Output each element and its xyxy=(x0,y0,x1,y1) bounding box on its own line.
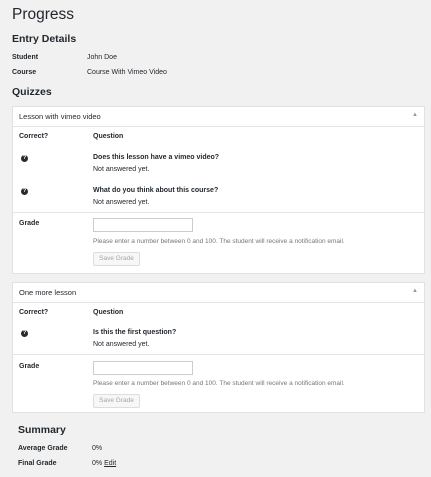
question-answer: Not answered yet. xyxy=(93,166,150,173)
collapse-toggle-icon[interactable]: ▲ xyxy=(412,288,418,294)
average-grade-label: Average Grade xyxy=(18,445,68,452)
question-text: What do you think about this course? xyxy=(93,187,219,194)
grade-label: Grade xyxy=(19,363,40,370)
final-grade-row: 0% Edit xyxy=(92,460,116,467)
lesson-panel: Lesson with vimeo video ▲ Correct? Quest… xyxy=(12,106,425,274)
question-answer: Not answered yet. xyxy=(93,199,150,206)
lesson-title: Lesson with vimeo video xyxy=(19,112,101,121)
column-header-question: Question xyxy=(93,309,124,316)
row-divider xyxy=(13,354,424,355)
grade-hint: Please enter a number between 0 and 100.… xyxy=(93,380,345,387)
lesson-panel: One more lesson ▲ Correct? Question ? Is… xyxy=(12,282,425,413)
final-grade-value: 0% xyxy=(92,460,103,467)
course-value: Course With Vimeo Video xyxy=(87,69,167,76)
question-icon: ? xyxy=(21,188,28,195)
save-grade-button[interactable]: Save Grade xyxy=(93,252,140,266)
summary-heading: Summary xyxy=(18,424,66,436)
question-icon: ? xyxy=(21,155,28,162)
column-header-question: Question xyxy=(93,133,124,140)
page-title: Progress xyxy=(12,6,75,23)
student-label: Student xyxy=(12,54,39,61)
question-text: Is this the first question? xyxy=(93,329,177,336)
row-divider xyxy=(13,212,424,213)
average-grade-value: 0% xyxy=(92,445,103,452)
question-icon: ? xyxy=(21,330,28,337)
collapse-toggle-icon[interactable]: ▲ xyxy=(412,112,418,118)
column-header-correct: Correct? xyxy=(19,309,49,316)
student-value: John Doe xyxy=(87,54,117,61)
question-text: Does this lesson have a vimeo video? xyxy=(93,154,220,161)
quizzes-heading: Quizzes xyxy=(12,86,52,98)
final-grade-label: Final Grade xyxy=(18,460,57,467)
lesson-title: One more lesson xyxy=(19,288,77,297)
grade-hint: Please enter a number between 0 and 100.… xyxy=(93,238,345,245)
grade-input[interactable] xyxy=(93,361,193,375)
entry-details-heading: Entry Details xyxy=(12,33,77,45)
save-grade-button[interactable]: Save Grade xyxy=(93,394,140,408)
grade-input[interactable] xyxy=(93,218,193,232)
edit-final-grade-link[interactable]: Edit xyxy=(104,460,116,467)
course-label: Course xyxy=(12,69,37,76)
column-header-correct: Correct? xyxy=(19,133,49,140)
lesson-panel-header[interactable]: Lesson with vimeo video ▲ xyxy=(13,107,424,127)
grade-label: Grade xyxy=(19,220,40,227)
lesson-panel-header[interactable]: One more lesson ▲ xyxy=(13,283,424,303)
question-answer: Not answered yet. xyxy=(93,341,150,348)
